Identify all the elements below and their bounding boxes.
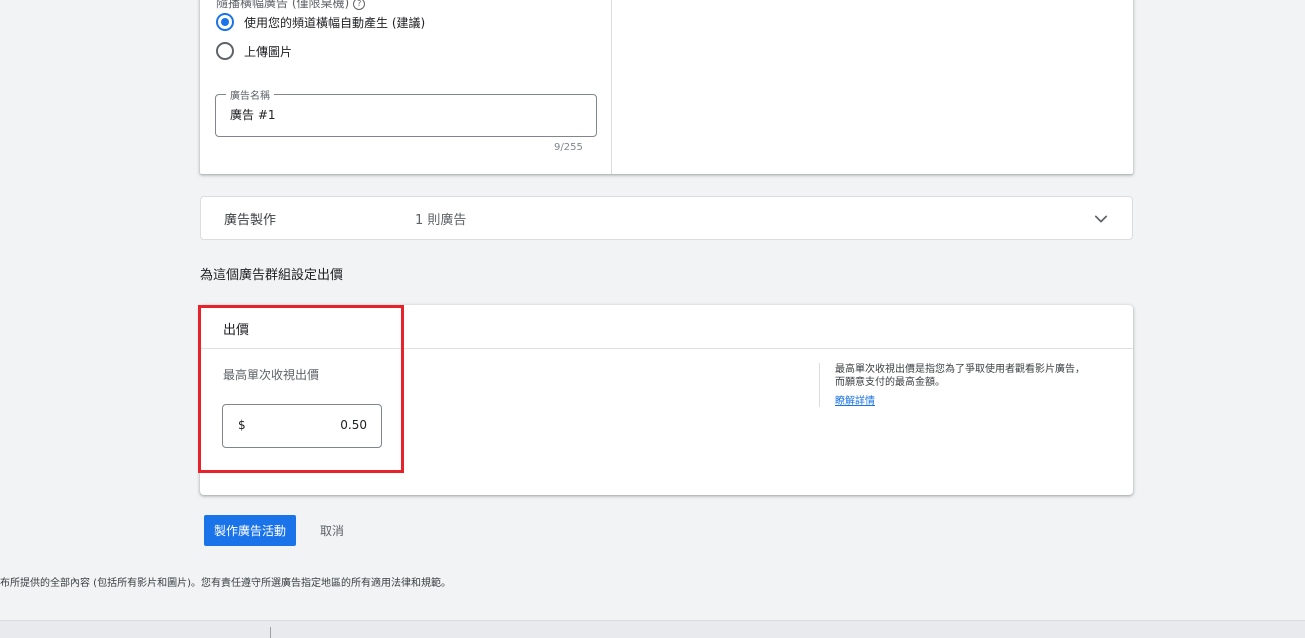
bid-card-title: 出價 <box>223 323 250 338</box>
max-cpv-field[interactable]: $ <box>222 404 382 448</box>
ad-production-row[interactable]: 廣告製作 1 則廣告 <box>200 196 1133 240</box>
ad-name-counter: 9/255 <box>554 142 583 153</box>
chevron-down-icon[interactable] <box>1092 210 1110 228</box>
companion-banner-label-text: 隨播橫幅廣告 (僅限桌機) <box>216 0 350 10</box>
radio-upload-image[interactable]: 上傳圖片 <box>216 42 292 60</box>
companion-banner-label: 隨播橫幅廣告 (僅限桌機)? <box>216 0 366 11</box>
legal-note: 布所提供的全部內容 (包括所有影片和圖片)。您有責任遵守所選廣告指定地區的所有適… <box>0 578 451 589</box>
ad-name-field[interactable]: 廣告名稱 <box>215 87 597 137</box>
cancel-button[interactable]: 取消 <box>310 515 354 546</box>
learn-more-link[interactable]: 瞭解詳情 <box>835 396 875 407</box>
max-cpv-input[interactable] <box>267 418 367 432</box>
help-icon[interactable]: ? <box>353 0 366 10</box>
section-title: 為這個廣告群組設定出價 <box>200 268 344 283</box>
bid-help-pane: 最高單次收視出價是指您為了爭取使用者觀看影片廣告，而願意支付的最高金額。 瞭解詳… <box>819 363 1089 407</box>
bid-card-header: 出價 <box>200 305 1133 349</box>
bid-help-text: 最高單次收視出價是指您為了爭取使用者觀看影片廣告，而願意支付的最高金額。 <box>835 364 1085 388</box>
ad-production-count: 1 則廣告 <box>415 212 467 228</box>
ad-name-input[interactable] <box>230 107 570 121</box>
bottom-bar <box>0 620 1305 638</box>
radio-auto-generate[interactable]: 使用您的頻道橫幅自動產生 (建議) <box>216 13 425 31</box>
currency-symbol: $ <box>238 418 246 432</box>
radio-upload-image-label: 上傳圖片 <box>244 44 293 59</box>
radio-auto-generate-label: 使用您的頻道橫幅自動產生 (建議) <box>244 15 426 30</box>
radio-checked-icon[interactable] <box>216 13 234 31</box>
max-cpv-label: 最高單次收視出價 <box>223 368 320 382</box>
bottom-bar-divider <box>270 627 271 638</box>
ad-name-legend: 廣告名稱 <box>226 87 274 102</box>
ad-production-title: 廣告製作 <box>224 212 277 228</box>
radio-unchecked-icon[interactable] <box>216 42 234 60</box>
create-campaign-button[interactable]: 製作廣告活動 <box>204 515 296 546</box>
banner-settings-card: 隨播橫幅廣告 (僅限桌機)? 使用您的頻道橫幅自動產生 (建議) 上傳圖片 廣告… <box>200 0 1133 174</box>
bid-card: 出價 最高單次收視出價 $ 最高單次收視出價是指您為了爭取使用者觀看影片廣告，而… <box>200 305 1133 495</box>
banner-settings-pane: 隨播橫幅廣告 (僅限桌機)? 使用您的頻道橫幅自動產生 (建議) 上傳圖片 廣告… <box>200 0 612 174</box>
